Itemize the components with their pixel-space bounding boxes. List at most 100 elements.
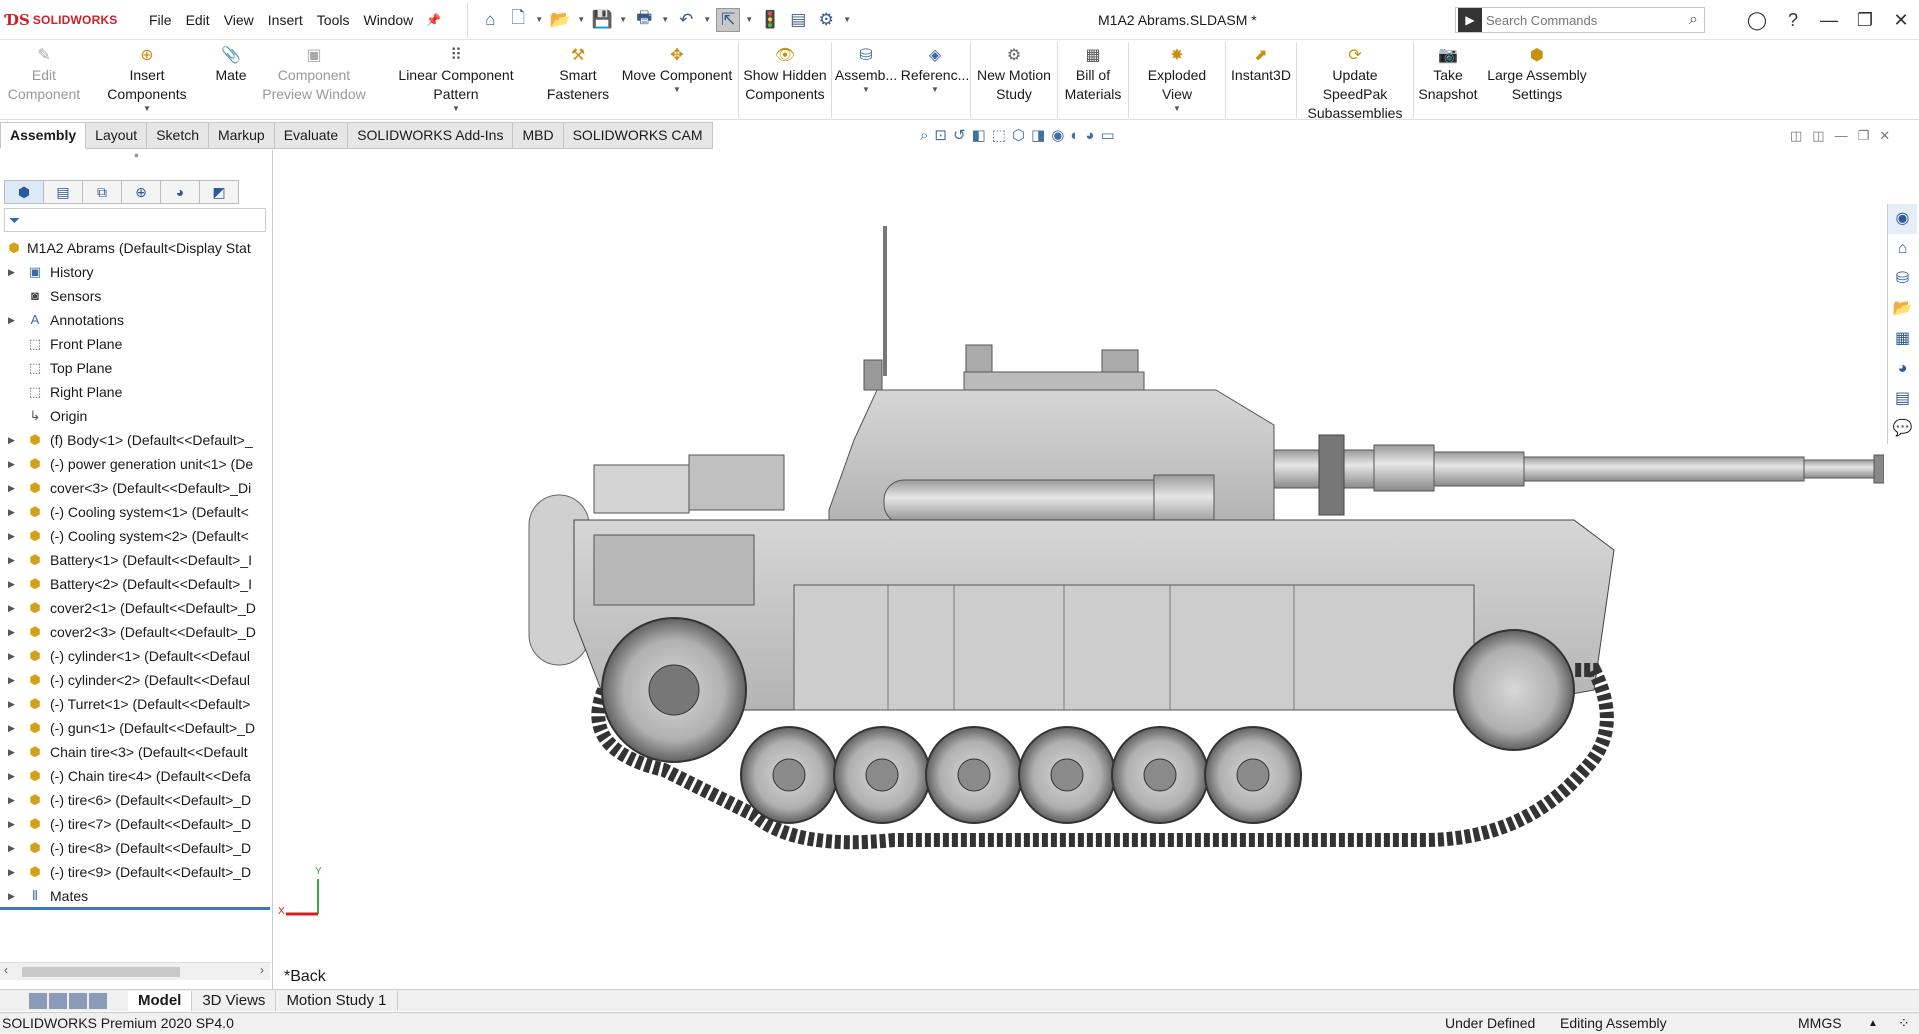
expand-icon[interactable]: ▶	[8, 452, 15, 476]
tree-item-component[interactable]: ▶ ⬢ Battery<2> (Default<<Default>_I	[0, 572, 271, 596]
tab-navigation-buttons[interactable]	[28, 992, 108, 1009]
close-icon[interactable]: ✕	[1883, 10, 1919, 31]
apply-scene-icon[interactable]: ◕	[1085, 127, 1094, 144]
options-dropdown-icon[interactable]: ▼	[842, 15, 852, 24]
tab-motion-study[interactable]: Motion Study 1	[276, 990, 398, 1011]
move-component-button[interactable]: ✥ Move Component ▼	[616, 40, 738, 120]
undo-dropdown-icon[interactable]: ▼	[702, 15, 712, 24]
options-gear-icon[interactable]: ⚙	[814, 8, 838, 32]
tree-item-sensors[interactable]: ◙ Sensors	[0, 284, 271, 308]
print-dropdown-icon[interactable]: ▼	[660, 15, 670, 24]
expand-icon[interactable]: ▶	[8, 548, 15, 572]
scroll-thumb[interactable]	[22, 967, 180, 977]
mate-button[interactable]: 📎 Mate	[206, 40, 256, 120]
expand-icon[interactable]: ▶	[8, 860, 15, 884]
tree-item-right-plane[interactable]: ⬚ Right Plane	[0, 380, 271, 404]
rebuild-traffic-light-icon[interactable]: 🚦	[758, 8, 782, 32]
solidworks-resources-icon[interactable]: ◉	[1887, 204, 1917, 234]
open-dropdown-icon[interactable]: ▼	[576, 15, 586, 24]
tab-mbd[interactable]: MBD	[513, 122, 564, 149]
display-manager-tab-icon[interactable]: ◕	[160, 180, 200, 204]
previous-view-icon[interactable]: ↺	[953, 126, 966, 144]
feature-tree-tab-icon[interactable]: ⬢	[4, 180, 44, 204]
expand-icon[interactable]: ▶	[8, 740, 15, 764]
status-bar-options-icon[interactable]: ⁘	[1898, 1013, 1910, 1034]
forum-icon[interactable]: 💬	[1887, 414, 1917, 444]
tree-filter-field[interactable]: ⏷	[4, 208, 266, 232]
reference-geometry-button[interactable]: ◈ Referenc... ▼	[900, 40, 970, 120]
tree-item-component[interactable]: ▶ ⬢ (-) cylinder<1> (Default<<Defaul	[0, 644, 271, 668]
viewport-minimize-icon[interactable]: —	[1835, 128, 1848, 144]
tree-item-component[interactable]: ▶ ⬢ cover<3> (Default<<Default>_Di	[0, 476, 271, 500]
insert-components-button[interactable]: ⊕ Insert Components ▼	[88, 40, 206, 120]
scroll-left-icon[interactable]: ‹	[4, 963, 8, 977]
assembly-features-button[interactable]: ⛁ Assemb... ▼	[832, 40, 900, 120]
view-palette-icon[interactable]: ▦	[1887, 324, 1917, 354]
tree-root[interactable]: ⬢ M1A2 Abrams (Default<Display Stat	[0, 236, 271, 260]
expand-icon[interactable]: ▶	[8, 668, 15, 692]
smart-fasteners-button[interactable]: ⚒ Smart Fasteners	[540, 40, 616, 120]
expand-icon[interactable]: ▶	[8, 596, 15, 620]
tree-item-component[interactable]: ▶ ⬢ (-) cylinder<2> (Default<<Defaul	[0, 668, 271, 692]
take-snapshot-button[interactable]: 📷 Take Snapshot	[1414, 40, 1482, 120]
tree-item-component[interactable]: ▶ ⬢ cover2<1> (Default<<Default>_D	[0, 596, 271, 620]
expand-icon[interactable]: ▶	[8, 764, 15, 788]
linear-component-pattern-button[interactable]: ⠿ Linear Component Pattern ▼	[372, 40, 540, 120]
edit-component-button[interactable]: ✎ Edit Component	[0, 40, 88, 120]
tree-item-annotations[interactable]: ▶ A Annotations	[0, 308, 271, 332]
restore-icon[interactable]: ❐	[1847, 10, 1883, 31]
tab-layout[interactable]: Layout	[86, 122, 148, 149]
viewport-next-icon[interactable]: ◫	[1812, 128, 1824, 144]
expand-icon[interactable]: ▶	[8, 308, 15, 332]
tree-item-component[interactable]: ▶ ⬢ (-) Chain tire<4> (Default<<Defa	[0, 764, 271, 788]
tree-item-component[interactable]: ▶ ⬢ (f) Body<1> (Default<<Default>_	[0, 428, 271, 452]
edit-appearance-icon[interactable]: ◐	[1070, 127, 1079, 144]
new-document-icon[interactable]: 🗋	[506, 8, 530, 32]
linear-pattern-dropdown-icon[interactable]: ▼	[452, 104, 460, 114]
expand-icon[interactable]: ▶	[8, 500, 15, 524]
pin-icon[interactable]: 📌	[420, 13, 447, 27]
select-pointer-icon[interactable]: ⇱	[716, 7, 741, 32]
tab-cam[interactable]: SOLIDWORKS CAM	[563, 122, 713, 149]
tree-item-component[interactable]: ▶ ⬢ (-) Cooling system<1> (Default<	[0, 500, 271, 524]
tree-item-component[interactable]: ▶ ⬢ (-) Cooling system<2> (Default<	[0, 524, 271, 548]
tree-item-component[interactable]: ▶ ⬢ Chain tire<3> (Default<<Default	[0, 740, 271, 764]
open-folder-icon[interactable]: 📂	[548, 8, 572, 32]
view-settings-icon[interactable]: ▭	[1100, 126, 1114, 144]
exploded-view-dropdown-icon[interactable]: ▼	[1173, 104, 1181, 114]
large-assembly-settings-button[interactable]: ⬢ Large Assembly Settings	[1482, 40, 1592, 120]
expand-icon[interactable]: ▶	[8, 524, 15, 548]
viewport-restore-icon[interactable]: ❐	[1858, 128, 1870, 144]
expand-icon[interactable]: ▶	[8, 692, 15, 716]
menu-file[interactable]: File	[142, 0, 179, 40]
tree-item-component[interactable]: ▶ ⬢ (-) Turret<1> (Default<<Default>	[0, 692, 271, 716]
expand-icon[interactable]: ▶	[8, 644, 15, 668]
graphics-area[interactable]: Y X *Back	[274, 150, 1919, 989]
viewport-prev-icon[interactable]: ◫	[1790, 128, 1802, 144]
print-icon[interactable]: 🖶	[632, 8, 656, 32]
zoom-to-area-icon[interactable]: ⊡	[934, 126, 947, 144]
tree-item-origin[interactable]: ↳ Origin	[0, 404, 271, 428]
magnifier-icon[interactable]: ⌕	[1689, 11, 1698, 29]
update-speedpak-button[interactable]: ⟳ Update SpeedPak Subassemblies	[1297, 40, 1413, 121]
help-icon[interactable]: ?	[1775, 10, 1811, 31]
units-dropdown-icon[interactable]: ▲	[1868, 1013, 1878, 1034]
hide-show-items-icon[interactable]: ◉	[1051, 126, 1064, 144]
unit-system[interactable]: MMGS	[1798, 1013, 1842, 1034]
tree-item-component[interactable]: ▶ ⬢ (-) tire<6> (Default<<Default>_D	[0, 788, 271, 812]
exploded-view-button[interactable]: ✸ Exploded View ▼	[1129, 40, 1225, 120]
property-manager-tab-icon[interactable]: ▤	[43, 180, 83, 204]
configuration-manager-tab-icon[interactable]: ⧉	[82, 180, 122, 204]
insert-components-dropdown-icon[interactable]: ▼	[143, 104, 151, 114]
bill-of-materials-button[interactable]: ▦ Bill of Materials	[1058, 40, 1128, 120]
menu-tools[interactable]: Tools	[310, 0, 357, 40]
tab-evaluate[interactable]: Evaluate	[274, 122, 349, 149]
expand-icon[interactable]: ▶	[8, 716, 15, 740]
menu-insert[interactable]: Insert	[261, 0, 310, 40]
file-explorer-icon[interactable]: 📂	[1887, 294, 1917, 324]
tree-item-front-plane[interactable]: ⬚ Front Plane	[0, 332, 271, 356]
tab-sketch[interactable]: Sketch	[147, 122, 210, 149]
save-dropdown-icon[interactable]: ▼	[618, 15, 628, 24]
tank-model[interactable]	[274, 150, 1884, 950]
menu-view[interactable]: View	[217, 0, 261, 40]
